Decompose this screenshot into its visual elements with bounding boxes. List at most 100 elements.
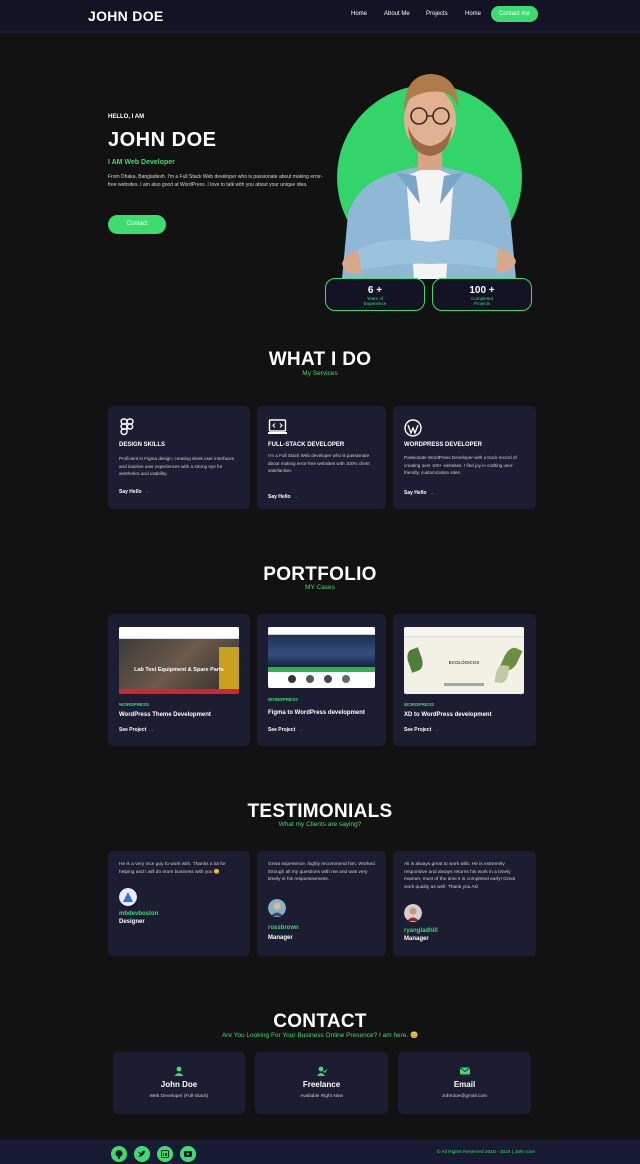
say-hello-link[interactable]: Say Hello →	[404, 490, 435, 496]
testimonial-name: rossbrown	[268, 925, 299, 931]
service-title: DESIGN SKILLS	[119, 442, 166, 448]
linkedin-icon[interactable]	[157, 1146, 173, 1162]
contact-card-title: Freelance	[302, 1080, 341, 1089]
testimonial-name: ryangladhill	[404, 928, 438, 934]
service-card-fullstack: FULL-STACK DEVELOPER I'm a Full Stack We…	[257, 406, 386, 509]
github-icon[interactable]	[111, 1146, 127, 1162]
testimonial-name: mbdevboston	[119, 911, 159, 917]
testimonials-title: TESTIMONIALS	[247, 801, 393, 822]
services-subtitle: My Services	[302, 370, 338, 377]
portfolio-banner-text: Lab Test Equipment & Spare Parts	[134, 667, 224, 673]
portfolio-subtitle: MY Cases	[305, 584, 335, 591]
user-check-icon	[316, 1066, 327, 1076]
contact-card-email[interactable]: Email Johndoe@gmail.com	[398, 1052, 531, 1114]
stat-experience-label-2: Experience	[363, 301, 387, 306]
portfolio-card-3: ECOLÓGICOS WORDPRESS XD to WordPress dev…	[393, 614, 536, 746]
contact-card-sub: Johndoe@gmail.com	[441, 1094, 488, 1099]
wordpress-icon	[404, 419, 422, 437]
portfolio-title-text: Figma to WordPress development	[268, 710, 365, 716]
nav-link-projects[interactable]: Projects	[426, 11, 448, 17]
testimonial-role: Manager	[404, 936, 429, 942]
portfolio-thumbnail[interactable]: ECOLÓGICOS	[404, 627, 524, 694]
code-laptop-icon	[268, 419, 287, 434]
arrow-right-icon: →	[434, 727, 440, 733]
hero-role: I AM Web Developer	[108, 159, 175, 166]
arrow-right-icon: →	[293, 494, 299, 500]
testimonial-card-2: Great experience, highly recommend him. …	[257, 851, 386, 956]
say-hello-label: Say Hello	[404, 490, 427, 496]
portfolio-tag: WORDPRESS	[119, 702, 150, 707]
see-project-link[interactable]: See Project →	[268, 727, 303, 733]
nav-link-about[interactable]: About Me	[384, 11, 410, 17]
arrow-right-icon: →	[149, 727, 155, 733]
see-project-link[interactable]: See Project →	[119, 727, 154, 733]
portfolio-tag: WORDPRESS	[268, 697, 299, 702]
portfolio-card-1: Lab Test Equipment & Spare Parts WORDPRE…	[108, 614, 250, 746]
testimonial-role: Designer	[119, 919, 145, 925]
contact-subtitle: Are You Looking For Your Business Online…	[221, 1032, 419, 1039]
hero-name: JOHN DOE	[108, 129, 217, 151]
see-project-label: See Project	[404, 727, 432, 733]
service-title: WORDPRESS DEVELOPER	[404, 442, 483, 448]
service-description: Passionate WordPress Developer with a tr…	[404, 455, 517, 475]
see-project-label: See Project	[119, 727, 147, 733]
portfolio-banner-text: ECOLÓGICOS	[448, 660, 480, 665]
figma-icon	[120, 418, 134, 436]
contact-card-sub: Available Right Now	[300, 1094, 343, 1099]
contact-title: CONTACT	[273, 1011, 367, 1032]
testimonial-card-3: Ali is always great to work with. He is …	[393, 851, 536, 956]
site-logo[interactable]: JOHN DOE	[88, 8, 164, 24]
youtube-icon[interactable]	[180, 1146, 196, 1162]
testimonial-card-1: He is a very nice guy to work with. Than…	[108, 851, 250, 956]
portfolio-title: PORTFOLIO	[263, 564, 377, 585]
contact-card-title: Email	[453, 1080, 476, 1089]
stat-projects-label-2: Projects	[473, 301, 491, 306]
see-project-label: See Project	[268, 727, 296, 733]
contact-card-title: John Doe	[160, 1080, 198, 1089]
service-card-design: DESIGN SKILLS Proficient in Figma design…	[108, 406, 250, 509]
service-description: I'm a Full Stack Web developer who is pa…	[268, 453, 370, 473]
user-icon	[174, 1066, 184, 1076]
avatar	[268, 899, 286, 917]
stat-experience: 6 + Years of Experience	[325, 278, 425, 311]
envelope-icon	[459, 1067, 470, 1075]
testimonial-role: Manager	[268, 935, 293, 941]
nav-link-home[interactable]: Home	[351, 11, 367, 17]
service-description: Proficient in Figma design, creating sle…	[119, 456, 235, 476]
testimonial-text: Ali is always great to work with. He is …	[404, 862, 516, 890]
stat-experience-value: 6 +	[367, 285, 383, 296]
arrow-right-icon: →	[429, 490, 435, 496]
twitter-icon[interactable]	[134, 1146, 150, 1162]
say-hello-link[interactable]: Say Hello →	[268, 494, 299, 500]
service-title: FULL-STACK DEVELOPER	[268, 442, 345, 448]
footer: © All Rights Reserved 2018 - 2024 | John…	[0, 1140, 640, 1164]
testimonial-text: He is a very nice guy to work with. Than…	[119, 862, 226, 875]
avatar	[119, 888, 137, 906]
arrow-right-icon: →	[298, 727, 304, 733]
hero-greeting: HELLO, I AM	[108, 114, 145, 120]
profile-photo	[342, 74, 516, 279]
portfolio-card-2: WORDPRESS Figma to WordPress development…	[257, 614, 386, 746]
portfolio-thumbnail[interactable]: Lab Test Equipment & Spare Parts	[119, 627, 239, 694]
services-title: WHAT I DO	[268, 349, 372, 370]
copyright-text: © All Rights Reserved 2018 - 2024 | John…	[436, 1150, 535, 1155]
contact-card-sub: Web Developer (Full-Stack)	[149, 1094, 209, 1099]
nav-link-home-2[interactable]: Home	[465, 11, 481, 17]
hero-contact-button[interactable]: Contact	[108, 215, 166, 234]
testimonials-subtitle: What my Clients are saying?	[278, 821, 362, 828]
say-hello-label: Say Hello	[268, 494, 291, 500]
say-hello-label: Say Hello	[119, 489, 142, 495]
stat-projects: 100 + Completed Projects	[432, 278, 532, 311]
hero-description: From Dhaka, Bangladesh. I'm a Full Stack…	[108, 174, 323, 188]
portfolio-thumbnail[interactable]	[268, 627, 375, 688]
testimonial-text: Great experience, highly recommend him. …	[268, 862, 375, 882]
say-hello-link[interactable]: Say Hello →	[119, 489, 150, 495]
contact-card-name: John Doe Web Developer (Full-Stack)	[113, 1052, 245, 1114]
arrow-right-icon: →	[144, 489, 150, 495]
avatar	[404, 904, 422, 922]
top-navbar: JOHN DOE Home About Me Projects Home Con…	[0, 0, 640, 33]
portfolio-tag: WORDPRESS	[404, 702, 435, 707]
see-project-link[interactable]: See Project →	[404, 727, 439, 733]
nav-contact-button[interactable]: Contact me	[491, 6, 538, 22]
stat-projects-value: 100 +	[469, 285, 495, 296]
